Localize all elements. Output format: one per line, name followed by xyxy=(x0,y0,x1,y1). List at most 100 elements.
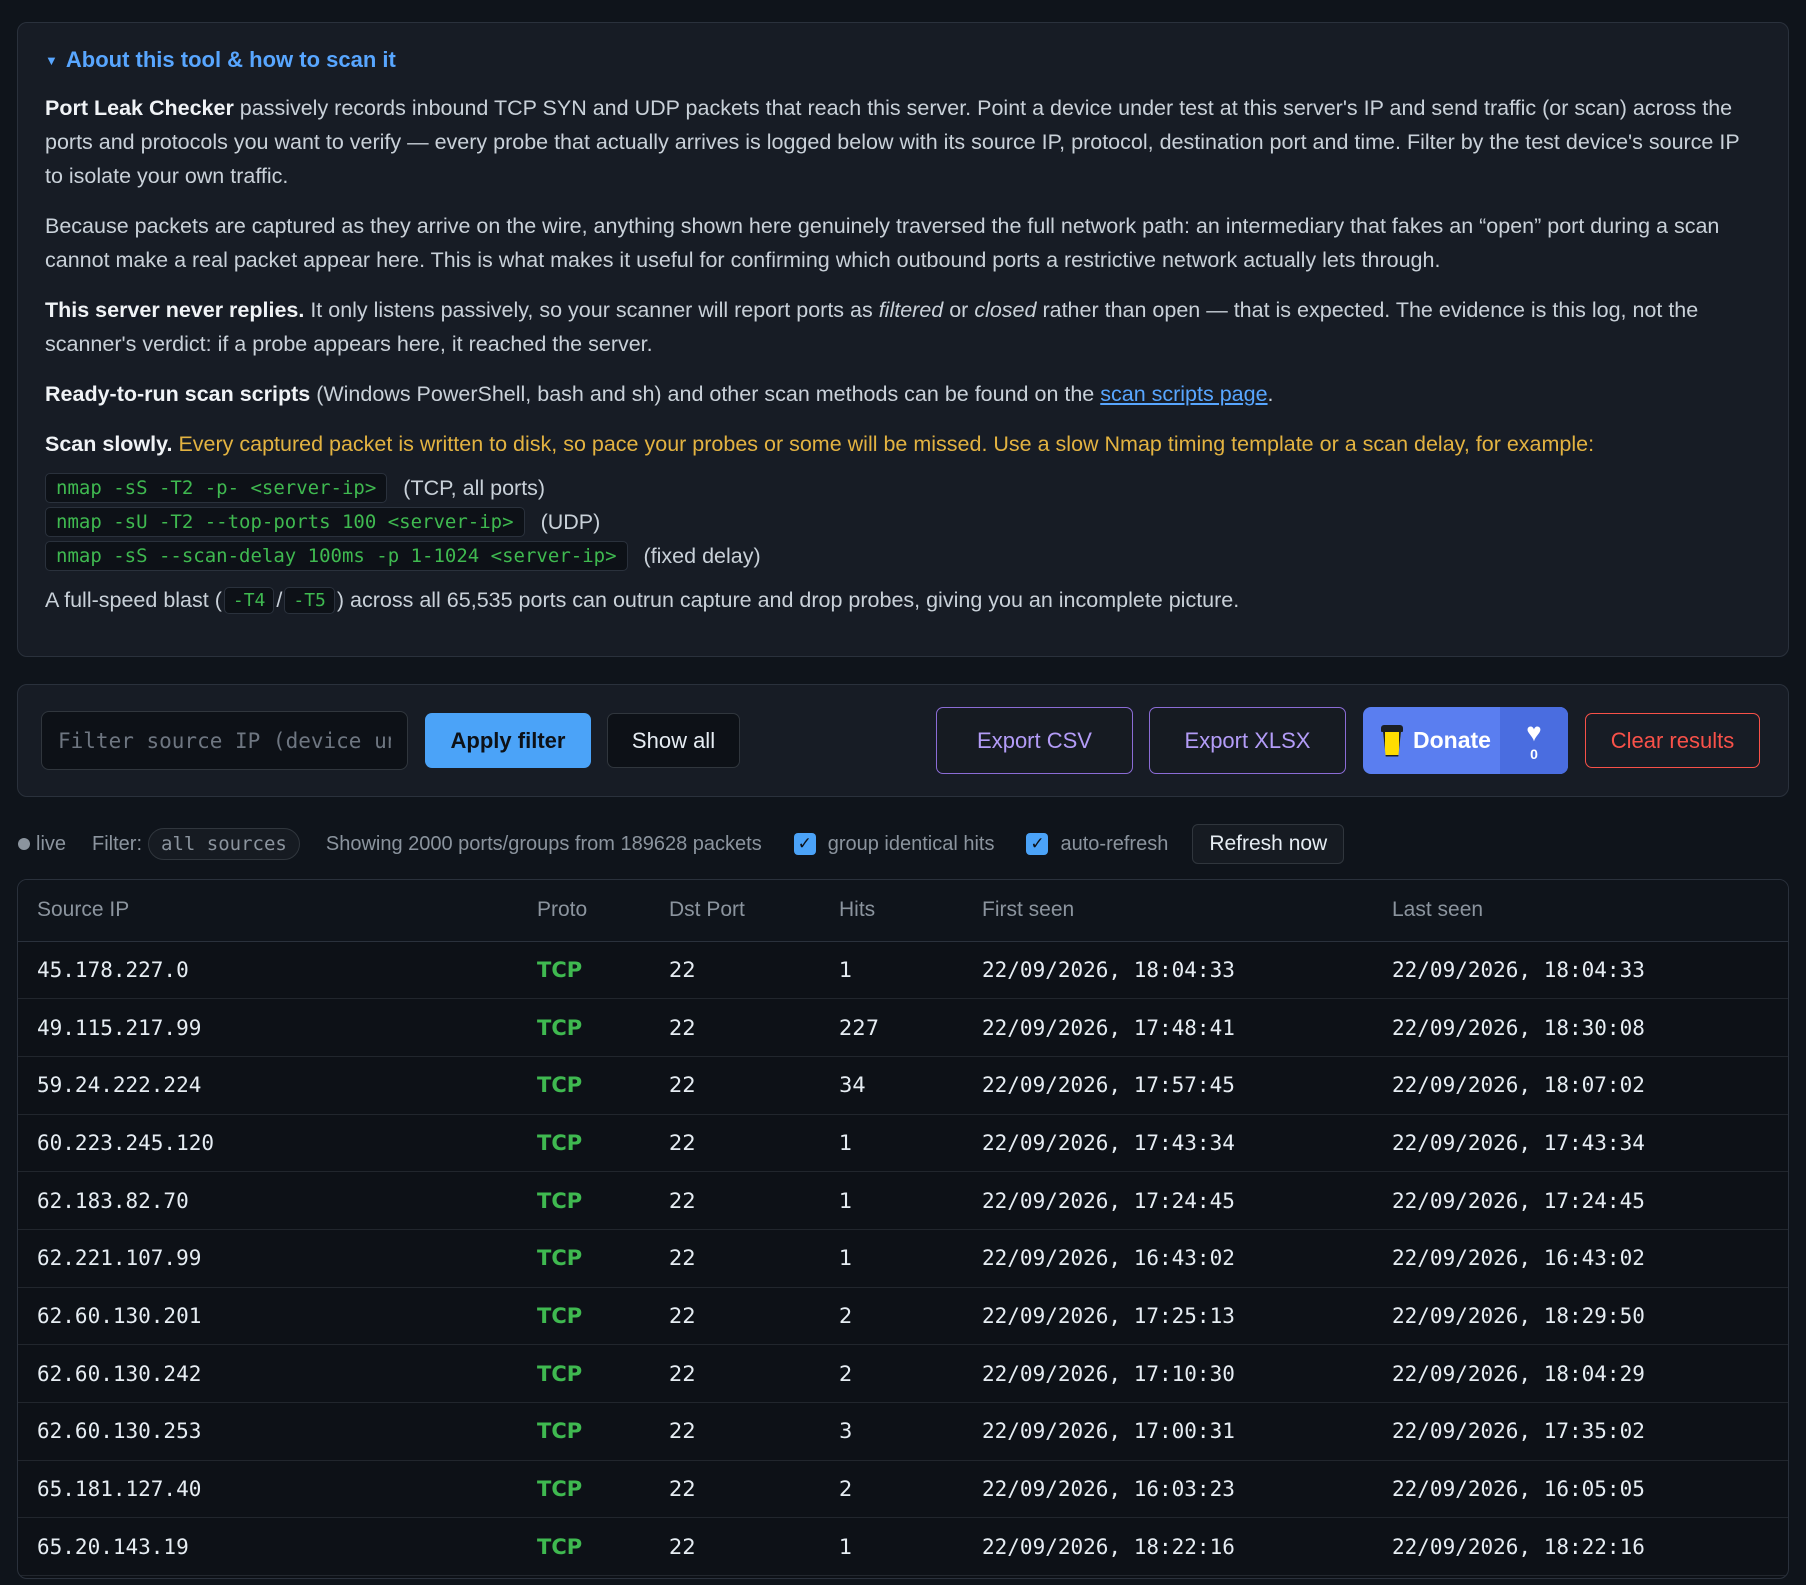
cell-source-ip: 60.223.245.120 xyxy=(18,1114,518,1173)
cell-dst-port: 22 xyxy=(650,1056,820,1115)
table-row[interactable]: 45.178.227.0 TCP 22 1 22/09/2026, 18:04:33 22… xyxy=(18,941,1788,1000)
live-indicator: live xyxy=(36,832,67,855)
cell-dst-port: 22 xyxy=(650,998,820,1057)
cell-dst-port: 22 xyxy=(650,1287,820,1346)
auto-refresh-toggle[interactable]: ✓ auto-refresh xyxy=(1026,833,1168,856)
apply-filter-button[interactable]: Apply filter xyxy=(425,713,591,768)
clear-results-button[interactable]: Clear results xyxy=(1585,713,1760,768)
filter-label: Filter: xyxy=(92,832,143,855)
source-ip-filter-input[interactable] xyxy=(41,711,408,770)
cell-first-seen: 22/09/2026, 17:10:30 xyxy=(963,1344,1373,1403)
refresh-now-button[interactable]: Refresh now xyxy=(1192,824,1345,864)
cell-hits: 34 xyxy=(820,1056,963,1115)
cell-proto: TCP xyxy=(518,1287,650,1346)
cell-source-ip: 59.24.222.224 xyxy=(18,1056,518,1115)
cell-dst-port: 22 xyxy=(650,941,820,1000)
cell-last-seen: 22/09/2026, 17:24:45 xyxy=(1373,1171,1788,1230)
cell-dst-port: 22 xyxy=(650,1344,820,1403)
cell-last-seen: 22/09/2026, 17:35:02 xyxy=(1373,1402,1788,1461)
cell-hits: 3 xyxy=(820,1402,963,1461)
donate-counter[interactable]: ♥ 0 xyxy=(1500,707,1568,774)
cell-first-seen: 22/09/2026, 18:04:33 xyxy=(963,941,1373,1000)
cell-first-seen: 22/09/2026, 18:22:16 xyxy=(963,1517,1373,1577)
command-note: (UDP) xyxy=(540,509,601,534)
table-row[interactable]: 62.221.107.99 TCP 22 1 22/09/2026, 16:43:02 2… xyxy=(18,1229,1788,1288)
cell-first-seen: 22/09/2026, 16:43:02 xyxy=(963,1229,1373,1288)
command-code[interactable]: nmap -sS --scan-delay 100ms -p 1-1024 <s… xyxy=(45,541,628,571)
about-paragraph-3: This server never replies. It only liste… xyxy=(45,298,1699,356)
coffee-cup-icon xyxy=(1381,724,1403,757)
table-row[interactable]: 65.20.143.19 TCP 22 1 22/09/2026, 18:22:16 22… xyxy=(18,1517,1788,1577)
cell-last-seen: 22/09/2026, 18:22:16 xyxy=(1373,1517,1788,1577)
about-panel: ▼ About this tool & how to scan it Port … xyxy=(17,22,1789,657)
timing-t4-code: -T4 xyxy=(223,587,275,614)
status-dot-icon xyxy=(18,838,30,850)
cell-proto: TCP xyxy=(518,1460,650,1519)
table-row[interactable]: 59.24.222.224 TCP 22 34 22/09/2026, 17:57:45… xyxy=(18,1056,1788,1115)
show-all-button[interactable]: Show all xyxy=(607,713,740,768)
table-row[interactable]: 62.60.130.201 TCP 22 2 22/09/2026, 17:25:13 2… xyxy=(18,1287,1788,1346)
command-line: nmap -sS --scan-delay 100ms -p 1-1024 <s… xyxy=(45,539,1760,573)
about-paragraph-5: Scan slowly. Every captured packet is wr… xyxy=(45,432,1595,456)
status-bar: live Filter: all sources Showing 2000 po… xyxy=(17,824,1789,864)
cell-source-ip: 62.60.130.201 xyxy=(18,1287,518,1346)
command-code[interactable]: nmap -sS -T2 -p- <server-ip> xyxy=(45,473,388,503)
cell-last-seen: 22/09/2026, 18:04:33 xyxy=(1373,941,1788,1000)
heart-icon: ♥ xyxy=(1526,716,1542,747)
table-row[interactable]: 49.115.217.99 TCP 22 227 22/09/2026, 17:48:4… xyxy=(18,998,1788,1057)
cell-proto: TCP xyxy=(518,1114,650,1173)
cell-hits: 1 xyxy=(820,1517,963,1577)
header-first-seen[interactable]: First seen xyxy=(963,880,1373,942)
triangle-down-icon: ▼ xyxy=(45,52,58,68)
cell-last-seen: 22/09/2026, 18:30:08 xyxy=(1373,998,1788,1057)
cell-source-ip: 62.60.130.253 xyxy=(18,1402,518,1461)
table-row[interactable]: 62.183.82.70 TCP 22 1 22/09/2026, 17:24:45 22… xyxy=(18,1171,1788,1230)
table-row[interactable]: 62.60.130.242 TCP 22 2 22/09/2026, 17:10:30 2… xyxy=(18,1344,1788,1403)
group-identical-toggle[interactable]: ✓ group identical hits xyxy=(793,832,995,856)
cell-source-ip: 65.181.127.40 xyxy=(18,1460,518,1519)
export-xlsx-button[interactable]: Export XLSX xyxy=(1149,707,1346,774)
cell-first-seen: 22/09/2026, 17:25:13 xyxy=(963,1287,1373,1346)
table-header-row: Source IP Proto Dst Port Hits First seen Last… xyxy=(18,880,1788,942)
header-dst-port[interactable]: Dst Port xyxy=(650,880,820,942)
donate-label: Donate xyxy=(1413,727,1491,753)
scan-warning: Every captured packet is written to disk… xyxy=(172,432,1595,456)
donate-main[interactable]: Donate xyxy=(1363,707,1500,774)
showing-summary: Showing 2000 ports/groups from 189628 pa… xyxy=(325,832,762,855)
donate-button[interactable]: Donate ♥ 0 xyxy=(1363,707,1568,774)
about-summary-label: About this tool & how to scan it xyxy=(65,47,396,72)
check-icon[interactable]: ✓ xyxy=(793,833,816,855)
header-last-seen[interactable]: Last seen xyxy=(1373,880,1788,942)
cell-proto: TCP xyxy=(518,1056,650,1115)
table-row[interactable]: 62.60.130.253 TCP 22 3 22/09/2026, 17:00:31 2… xyxy=(18,1402,1788,1461)
cell-proto: TCP xyxy=(518,941,650,1000)
cell-hits: 1 xyxy=(820,1171,963,1230)
cell-dst-port: 22 xyxy=(650,1402,820,1461)
cell-proto: TCP xyxy=(518,1344,650,1403)
group-identical-label: group identical hits xyxy=(827,832,995,855)
command-code[interactable]: nmap -sU -T2 --top-ports 100 <server-ip> xyxy=(45,507,525,537)
header-source-ip[interactable]: Source IP xyxy=(18,880,518,942)
table-row[interactable]: 60.223.245.120 TCP 22 1 22/09/2026, 17:43:34… xyxy=(18,1114,1788,1173)
check-icon[interactable]: ✓ xyxy=(1026,833,1049,855)
donate-count: 0 xyxy=(1530,745,1538,762)
auto-refresh-label: auto-refresh xyxy=(1060,832,1169,855)
cell-dst-port: 22 xyxy=(650,1171,820,1230)
export-csv-button[interactable]: Export CSV xyxy=(936,707,1133,774)
command-note: (TCP, all ports) xyxy=(403,475,546,500)
cell-first-seen: 22/09/2026, 16:03:23 xyxy=(963,1460,1373,1519)
cell-hits: 1 xyxy=(820,1229,963,1288)
cell-proto: TCP xyxy=(518,1517,650,1577)
table-row[interactable]: 65.181.127.40 TCP 22 2 22/09/2026, 16:03:23 2… xyxy=(18,1460,1788,1519)
header-hits[interactable]: Hits xyxy=(820,880,963,942)
cell-source-ip: 62.60.130.242 xyxy=(18,1344,518,1403)
about-toggle[interactable]: ▼ About this tool & how to scan it xyxy=(45,47,1760,73)
cell-proto: TCP xyxy=(518,1402,650,1461)
cell-last-seen: 22/09/2026, 16:43:02 xyxy=(1373,1229,1788,1288)
page: ▼ About this tool & how to scan it Port … xyxy=(0,0,1806,1585)
scan-scripts-link[interactable]: scan scripts page xyxy=(1100,382,1267,406)
about-paragraph-4: Ready-to-run scan scripts (Windows Power… xyxy=(45,382,1274,406)
cell-dst-port: 22 xyxy=(650,1460,820,1519)
header-proto[interactable]: Proto xyxy=(518,880,650,942)
cell-last-seen: 22/09/2026, 17:43:34 xyxy=(1373,1114,1788,1173)
